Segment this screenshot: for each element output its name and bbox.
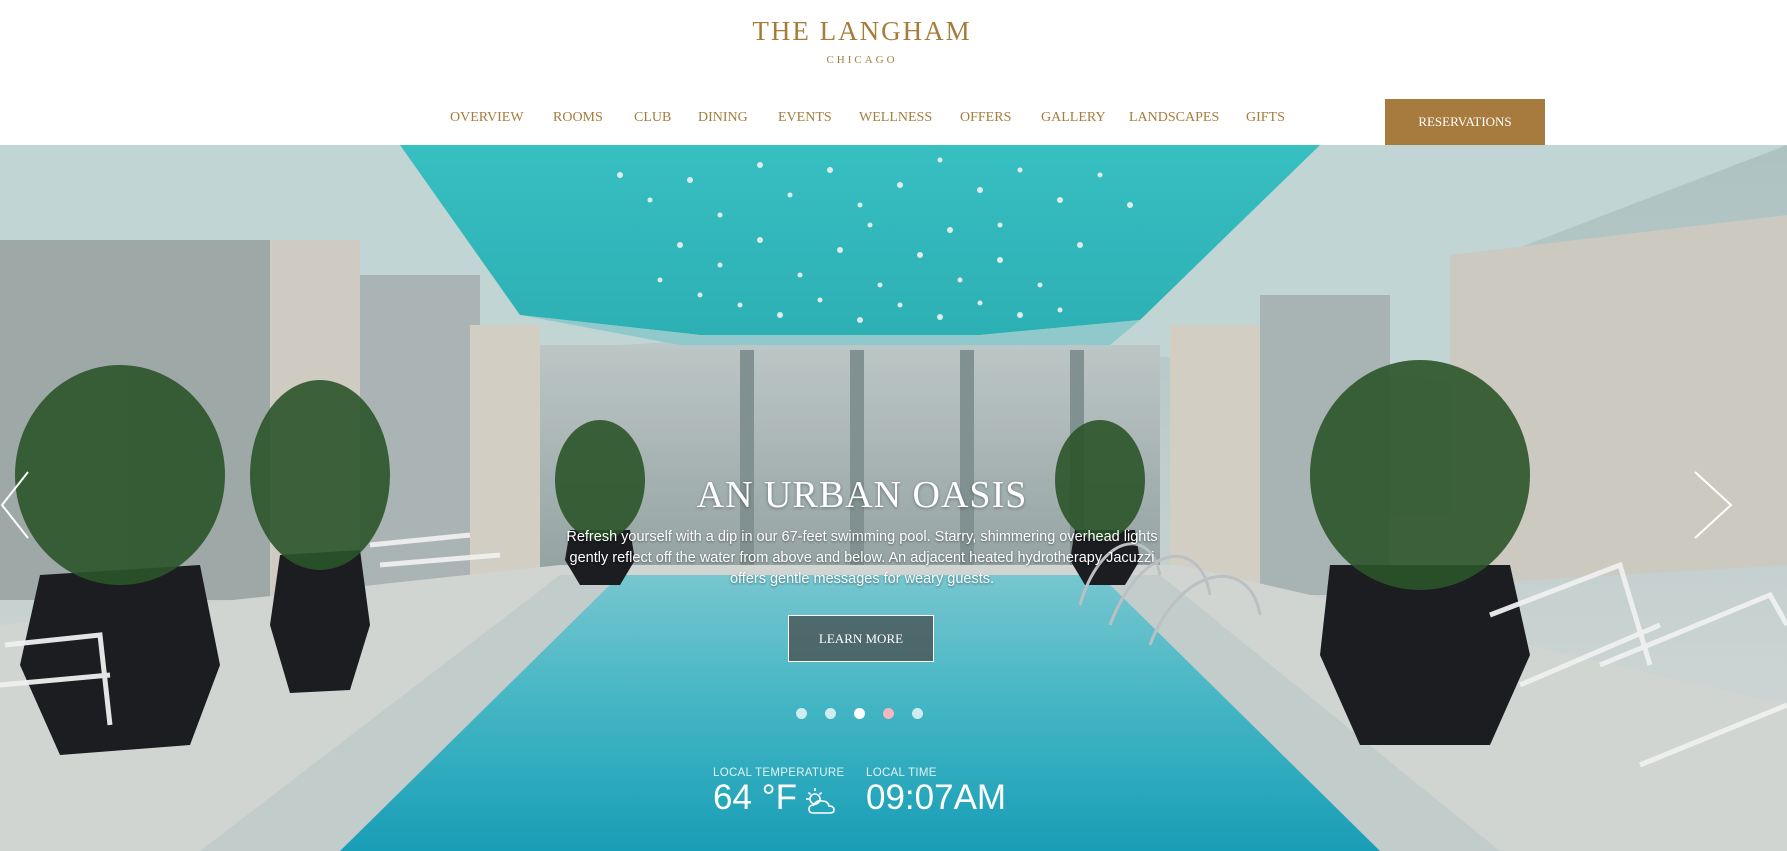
brand-logo[interactable]: THE LANGHAM CHICAGO [0, 16, 1724, 66]
carousel-dot-3-active[interactable] [854, 708, 865, 719]
nav-item-gifts[interactable]: GIFTS [1246, 110, 1285, 126]
reservations-button[interactable]: RESERVATIONS [1385, 99, 1545, 145]
learn-more-button[interactable]: LEARN MORE [788, 615, 934, 662]
nav-item-events[interactable]: EVENTS [778, 110, 832, 126]
nav-item-dining[interactable]: DINING [698, 110, 748, 126]
local-time-value: 09:07AM [866, 778, 1007, 817]
nav-item-rooms[interactable]: ROOMS [553, 110, 603, 126]
carousel-dot-2[interactable] [825, 708, 836, 719]
nav-item-wellness[interactable]: WELLNESS [859, 110, 932, 126]
nav-item-gallery[interactable]: GALLERY [1041, 110, 1106, 126]
nav-item-offers[interactable]: OFFERS [960, 110, 1011, 126]
nav-item-club[interactable]: CLUB [634, 110, 671, 126]
hero-carousel: AN URBAN OASIS Refresh yourself with a d… [0, 145, 1787, 851]
brand-name: THE LANGHAM [752, 16, 972, 46]
slide-title: AN URBAN OASIS [696, 474, 1028, 516]
temperature-value: 64 °F [713, 778, 798, 817]
carousel-dot-5[interactable] [912, 708, 923, 719]
brand-location: CHICAGO [826, 54, 898, 66]
site-header: THE LANGHAM CHICAGO OVERVIEW ROOMS CLUB … [0, 0, 1787, 146]
nav-item-overview[interactable]: OVERVIEW [450, 110, 524, 126]
carousel-dot-1[interactable] [796, 708, 807, 719]
carousel-dot-4[interactable] [883, 708, 894, 719]
slide-description: Refresh yourself with a dip in our 67-fe… [566, 529, 1158, 587]
nav-item-landscapes[interactable]: LANDSCAPES [1129, 110, 1219, 126]
carousel-pagination [796, 708, 926, 722]
partly-cloudy-icon [805, 787, 837, 822]
